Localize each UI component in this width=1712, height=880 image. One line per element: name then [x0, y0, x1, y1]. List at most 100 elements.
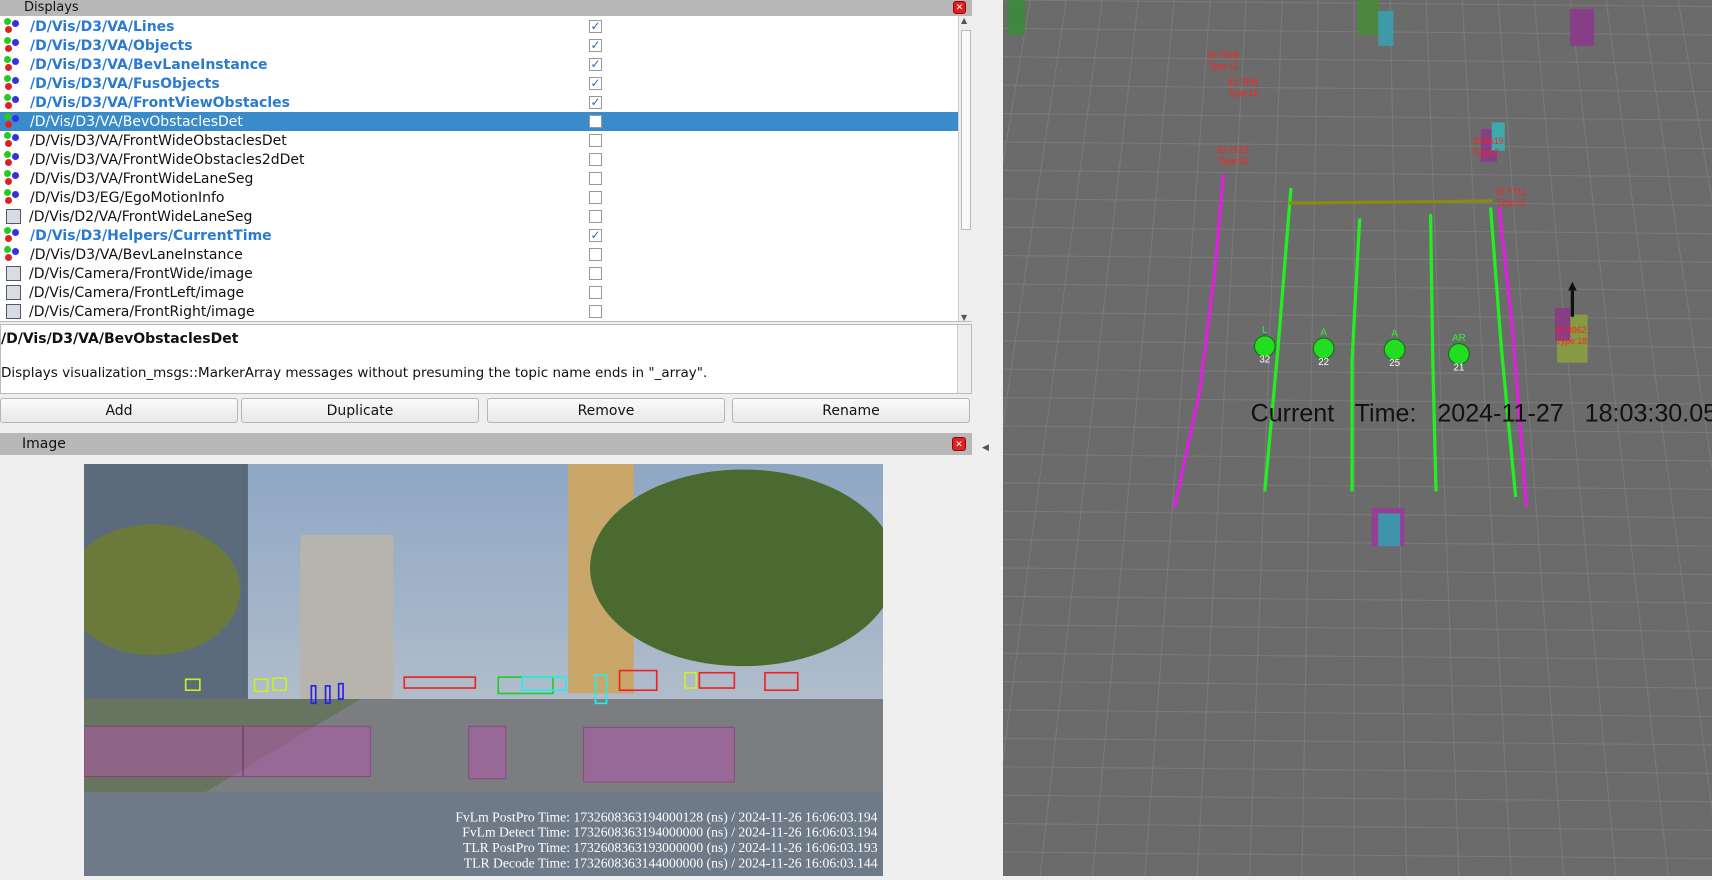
display-item[interactable]: /D/Vis/Camera/FrontRight/image [0, 302, 958, 321]
grid-line [1002, 482, 1712, 490]
display-enable-checkbox[interactable]: ✓ [589, 229, 602, 242]
display-item[interactable]: /D/Vis/D3/VA/BevLaneInstance [0, 245, 958, 264]
display-enable-checkbox[interactable] [589, 153, 602, 166]
grid-line [1002, 595, 1712, 604]
grid-line [1002, 681, 1712, 689]
grid-line [1389, 0, 1408, 877]
marker-array-icon [4, 75, 24, 92]
grid-line [1144, 0, 1211, 877]
object-label-type: Type:11 [1228, 88, 1259, 98]
display-item-label: /D/Vis/D2/VA/FrontWideLaneSeg [29, 208, 253, 225]
remove-button[interactable]: Remove [487, 398, 725, 423]
display-enable-checkbox[interactable] [589, 267, 602, 280]
image-title: Image [22, 436, 66, 452]
scroll-down-icon[interactable]: ▼ [961, 313, 967, 321]
object-label-type: Type:11 [1208, 61, 1239, 71]
object-label-id: ID:7711 [1496, 186, 1526, 196]
display-enable-checkbox[interactable]: ✓ [589, 39, 602, 52]
display-item[interactable]: /D/Vis/D3/VA/FrontWideLaneSeg [0, 169, 958, 188]
grid-line [1002, 510, 1712, 519]
traffic-light-id: 32 [1259, 355, 1270, 366]
left-panel: Displays ✕ /D/Vis/D3/VA/Lines ✓/D/Vis/D3/… [0, 0, 972, 876]
display-item[interactable]: /D/Vis/D3/EG/EgoMotionInfo [0, 188, 958, 207]
close-icon[interactable]: ✕ [953, 1, 966, 14]
grid-line [1039, 0, 1139, 877]
display-item[interactable]: /D/Vis/D3/Helpers/CurrentTime ✓ [0, 226, 958, 245]
grid-line [1002, 709, 1712, 718]
image-icon [6, 209, 21, 224]
description-title: /D/Vis/D3/VA/BevObstaclesDet [1, 331, 239, 347]
traffic-light-id: 22 [1318, 357, 1329, 368]
traffic-light-dir: L [1262, 325, 1268, 336]
description-scrollbar[interactable] [957, 325, 971, 393]
display-item[interactable]: /D/Vis/D2/VA/FrontWideLaneSeg [0, 207, 958, 226]
display-enable-checkbox[interactable]: ✓ [589, 96, 602, 109]
traffic-light-marker [1312, 337, 1335, 360]
display-enable-checkbox[interactable] [589, 286, 602, 299]
marker-array-icon [4, 37, 24, 54]
panel-splitter[interactable]: ◀ [972, 0, 1003, 876]
grid-line [1002, 624, 1712, 632]
display-enable-checkbox[interactable] [589, 172, 602, 185]
display-item-label: /D/Vis/D3/VA/BevObstaclesDet [30, 113, 243, 130]
display-item-label: /D/Vis/Camera/FrontRight/image [29, 303, 255, 320]
grid-line [934, 0, 1067, 877]
grid-line [1002, 737, 1712, 746]
display-enable-checkbox[interactable] [589, 305, 602, 318]
display-item-label: /D/Vis/D3/VA/FrontWideObstacles2dDet [30, 151, 305, 168]
grid-line [1002, 113, 1712, 121]
display-enable-checkbox[interactable] [589, 248, 602, 261]
display-item-label: /D/Vis/Camera/FrontLeft/image [29, 284, 245, 301]
grid-line [1002, 368, 1712, 377]
grid-line [1002, 652, 1712, 661]
marker-array-icon [4, 189, 24, 206]
display-item[interactable]: /D/Vis/D3/VA/Objects ✓ [0, 36, 958, 55]
display-item[interactable]: /D/Vis/D3/VA/FrontViewObstacles ✓ [0, 93, 958, 112]
display-enable-checkbox[interactable] [589, 134, 602, 147]
display-item[interactable]: /D/Vis/D3/VA/BevObstaclesDet [0, 112, 958, 131]
object-label-type: Type:2 [1473, 147, 1499, 157]
image-icon [6, 304, 21, 319]
displays-panel-title: Displays ✕ [0, 0, 972, 16]
display-item[interactable]: /D/Vis/D3/VA/FusObjects ✓ [0, 74, 958, 93]
description-panel: /D/Vis/D3/VA/BevObstaclesDet Displays vi… [0, 324, 972, 394]
grid-line [1196, 0, 1247, 877]
traffic-light-id: 21 [1453, 362, 1464, 373]
display-enable-checkbox[interactable]: ✓ [589, 20, 602, 33]
image-overlay-text: TLR PostPro Time: 1732608363193000000 (n… [463, 840, 878, 856]
display-item[interactable]: /D/Vis/Camera/FrontWide/image [0, 264, 958, 283]
display-enable-checkbox[interactable]: ✓ [589, 77, 602, 90]
rename-button[interactable]: Rename [732, 398, 970, 423]
image-overlay-text: FvLm Detect Time: 1732608363194000000 (n… [462, 825, 877, 841]
displays-title: Displays [24, 0, 79, 15]
grid-line [1248, 0, 1283, 877]
traffic-light-dir: A [1320, 327, 1327, 338]
display-enable-checkbox[interactable]: ✓ [589, 58, 602, 71]
display-enable-checkbox[interactable] [589, 210, 602, 223]
camera-image: FvLm PostPro Time: 1732608363194000128 (… [65, 464, 897, 876]
display-enable-checkbox[interactable] [589, 191, 602, 204]
grid-line [1002, 141, 1712, 150]
tree-scrollbar[interactable]: ▲ ▼ [958, 16, 972, 321]
display-item[interactable]: /D/Vis/Camera/FrontLeft/image [0, 283, 958, 302]
scroll-up-icon[interactable]: ▲ [961, 16, 967, 25]
display-item[interactable]: /D/Vis/D3/VA/FrontWideObstacles2dDet [0, 150, 958, 169]
grid-line [1002, 851, 1712, 860]
display-item-label: /D/Vis/D3/EG/EgoMotionInfo [30, 189, 225, 206]
grid-line [1002, 453, 1712, 462]
object-label-id: ID:7623 [1218, 145, 1249, 155]
duplicate-button[interactable]: Duplicate [241, 398, 479, 423]
marker-array-icon [4, 132, 24, 149]
display-item[interactable]: /D/Vis/D3/VA/Lines ✓ [0, 17, 958, 36]
display-item-label: /D/Vis/D3/VA/BevLaneInstance [30, 56, 268, 73]
scroll-thumb[interactable] [961, 30, 971, 230]
display-enable-checkbox[interactable] [589, 115, 602, 128]
object-label-id: ID:8619 [1473, 136, 1504, 146]
collapse-arrow-icon[interactable]: ◀ [982, 443, 989, 453]
display-item[interactable]: /D/Vis/D3/VA/BevLaneInstance ✓ [0, 55, 958, 74]
add-button[interactable]: Add [0, 398, 238, 423]
display-item-label: /D/Vis/D3/VA/FrontWideObstaclesDet [30, 132, 287, 149]
close-icon[interactable]: ✕ [952, 437, 966, 451]
3d-viewport[interactable]: L 32 A 22 A 25 AR 21 ID:7908 Type:11 ID:7908 Type:… [725, 0, 1712, 877]
display-item[interactable]: /D/Vis/D3/VA/FrontWideObstaclesDet [0, 131, 958, 150]
